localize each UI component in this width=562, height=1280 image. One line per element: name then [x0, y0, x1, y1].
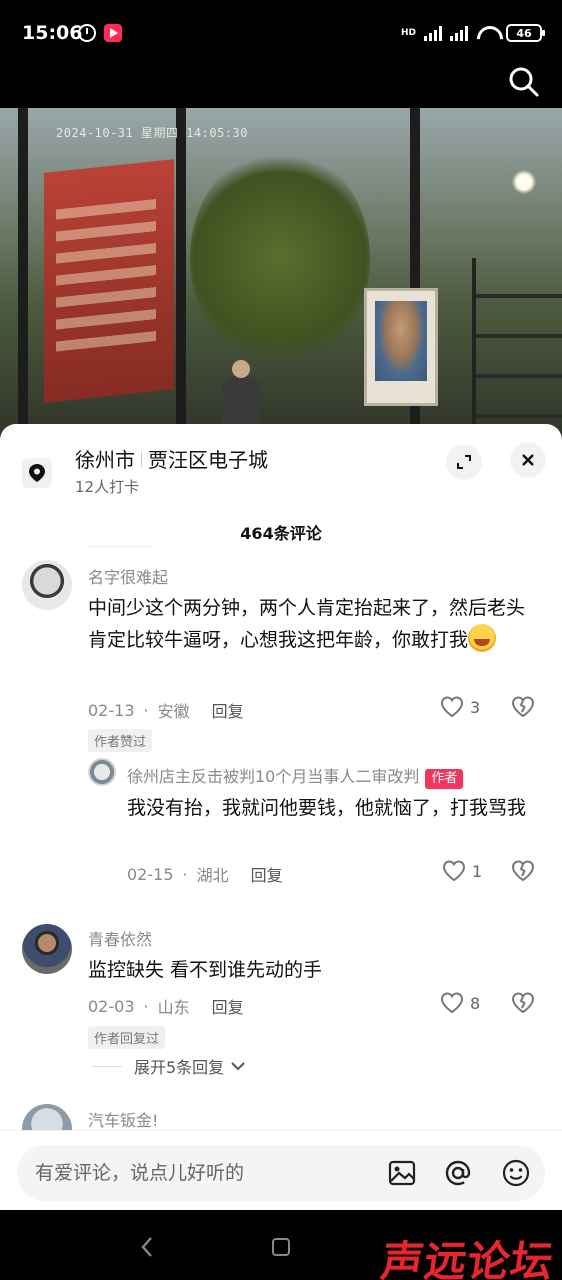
meta-dot: ·	[143, 996, 149, 1016]
hd-label: HD	[400, 28, 416, 38]
reply-button[interactable]: 回复	[251, 862, 283, 886]
dislike-button[interactable]	[511, 992, 535, 1018]
location-city: 徐州市	[75, 448, 135, 472]
back-icon[interactable]	[140, 1236, 154, 1262]
author-liked-tag: 作者赞过	[88, 729, 153, 752]
avatar[interactable]	[22, 924, 72, 974]
tree	[190, 148, 370, 368]
dislike-button[interactable]	[511, 860, 535, 886]
dislike-button[interactable]	[511, 696, 535, 722]
expand-replies-label: 展开5条回复	[134, 1058, 225, 1077]
expand-replies-button[interactable]: 展开5条回复	[92, 1054, 246, 1078]
broken-heart-icon	[511, 860, 535, 882]
heart-icon	[440, 992, 464, 1014]
comment-date: 02-13	[88, 700, 135, 720]
status-left-icons	[78, 24, 122, 42]
close-icon	[522, 454, 534, 466]
meta-dot: ·	[182, 864, 188, 884]
home-icon[interactable]	[272, 1238, 290, 1256]
reply-text[interactable]: 我没有抬，我就问他要钱，他就恼了，打我骂我	[127, 792, 542, 824]
signal-icon	[424, 25, 442, 41]
comment-region: 山东	[157, 998, 190, 1017]
comment-date: 02-03	[88, 996, 135, 1016]
like-count: 1	[472, 861, 483, 881]
heart-icon	[440, 696, 464, 718]
comment-count: 464条评论	[240, 524, 322, 543]
mention-icon[interactable]	[443, 1158, 473, 1188]
avatar[interactable]	[22, 560, 72, 610]
comment-text[interactable]: 中间少这个两分钟，两个人肯定抬起来了，然后老头肯定比较牛逼呀，心想我这把年龄，你…	[88, 592, 538, 656]
shelf	[472, 258, 562, 428]
comment-meta: 02-03 · 山东 回复	[88, 994, 244, 1018]
comment-meta: 02-13 · 安徽 回复	[88, 698, 244, 722]
lamp	[512, 170, 536, 194]
location-pin-icon	[22, 458, 52, 488]
comment-text[interactable]: 监控缺失 看不到谁先动的手	[88, 954, 538, 986]
battery-icon: 46	[506, 24, 545, 42]
status-right-icons: HD 46	[400, 24, 545, 42]
comment-sheet: 徐州市 贾汪区电子城 12人打卡 464条评论 名字很难起 中间少这个两分钟，两…	[0, 424, 562, 1210]
reply-avatar[interactable]	[88, 758, 116, 786]
comment-username[interactable]: 青春依然	[88, 926, 152, 950]
location-title: 徐州市 贾汪区电子城	[75, 444, 268, 473]
app-notification-icon	[104, 24, 122, 42]
reply-username[interactable]: 徐州店主反击被判10个月当事人二审改判	[127, 767, 419, 786]
comment-input[interactable]	[35, 1145, 375, 1201]
comment-body: 中间少这个两分钟，两个人肯定抬起来了，然后老头肯定比较牛逼呀，心想我这把年龄，你…	[88, 597, 526, 651]
system-nav-bar: 声远论坛	[0, 1210, 562, 1280]
reply-meta: 02-15 · 湖北 回复	[127, 862, 283, 886]
expand-button[interactable]	[446, 444, 482, 480]
heart-icon	[442, 860, 466, 882]
search-icon[interactable]	[508, 66, 540, 98]
signal-icon-2	[450, 25, 468, 41]
window-frame	[18, 108, 28, 440]
top-bar	[0, 52, 562, 108]
like-count: 3	[470, 697, 481, 717]
emoji-icon[interactable]	[501, 1158, 531, 1188]
broken-heart-icon	[511, 992, 535, 1014]
portrait	[364, 288, 438, 406]
reply-date: 02-15	[127, 864, 174, 884]
comment-region: 安徽	[157, 702, 190, 721]
status-bar: 15:06 HD 46	[0, 0, 562, 52]
reply-region: 湖北	[196, 866, 229, 885]
status-time: 15:06	[22, 22, 83, 44]
input-container	[17, 1145, 545, 1201]
author-badge: 作者	[425, 769, 464, 789]
reply-button[interactable]: 回复	[212, 698, 244, 722]
author-replied-tag: 作者回复过	[88, 1026, 166, 1049]
reply-username-row: 徐州店主反击被判10个月当事人二审改判 作者	[127, 763, 464, 789]
meta-dot: ·	[143, 700, 149, 720]
image-icon[interactable]	[387, 1158, 417, 1188]
divider	[88, 546, 154, 547]
wifi-icon	[476, 25, 498, 41]
location-place: 贾汪区电子城	[148, 448, 268, 472]
reply-button[interactable]: 回复	[212, 994, 244, 1018]
broken-heart-icon	[511, 696, 535, 718]
comment-username[interactable]: 名字很难起	[88, 564, 168, 588]
video-timestamp: 2024-10-31 星期四 14:05:30	[56, 126, 248, 140]
video-player[interactable]: 2024-10-31 星期四 14:05:30	[0, 108, 562, 440]
window-frame	[176, 108, 186, 440]
location-separator	[141, 450, 142, 467]
watermark-logo: 声远论坛	[378, 1237, 558, 1280]
like-button[interactable]: 8	[440, 992, 480, 1014]
alarm-icon	[78, 24, 96, 42]
wall-poster	[44, 159, 174, 403]
like-button[interactable]: 3	[440, 696, 480, 718]
expand-line	[92, 1065, 122, 1067]
chevron-down-icon	[231, 1062, 245, 1071]
like-button[interactable]: 1	[442, 860, 482, 882]
like-count: 8	[470, 993, 481, 1013]
comment-input-bar	[0, 1130, 562, 1210]
expand-icon	[457, 455, 471, 469]
close-button[interactable]	[510, 442, 546, 478]
comment-username[interactable]: 汽车钣金!	[88, 1107, 158, 1131]
checkin-count: 12人打卡	[75, 478, 140, 496]
crying-laugh-emoji-icon	[468, 624, 497, 652]
